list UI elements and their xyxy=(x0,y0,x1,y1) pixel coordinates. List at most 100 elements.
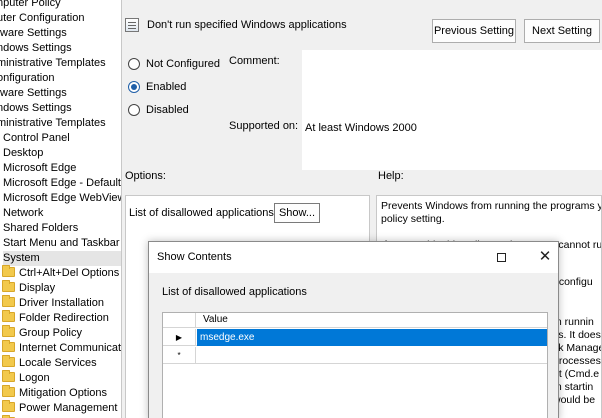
tree-item-label: ndows Settings xyxy=(0,102,72,114)
options-label: Options: xyxy=(125,170,166,182)
tree-item-label: Mitigation Options xyxy=(19,387,108,399)
tree-item[interactable]: Power Management xyxy=(2,400,121,416)
help-label: Help: xyxy=(378,170,404,182)
tree-item[interactable]: Mitigation Options xyxy=(2,385,121,401)
tree-item-label: Control Panel xyxy=(3,132,70,144)
tree-item[interactable]: ndows Settings xyxy=(0,41,119,56)
help-text-line: would be xyxy=(553,394,596,406)
tree-item-label: Desktop xyxy=(3,147,44,159)
help-text-line: m runnin xyxy=(553,316,594,328)
tree-item-label: Start Menu and Taskbar xyxy=(3,237,120,249)
policy-title: Don't run specified Windows applications xyxy=(147,19,347,31)
folder-icon xyxy=(2,385,15,397)
tree-item-label: Ctrl+Alt+Del Options xyxy=(19,267,120,279)
radio-label-disabled: Disabled xyxy=(146,104,189,116)
dialog-title: Show Contents xyxy=(157,251,232,263)
tree-item[interactable]: Ctrl+Alt+Del Options xyxy=(2,265,121,281)
help-text-line: pt (Cmd.e xyxy=(553,368,600,380)
tree-item[interactable]: tware Settings xyxy=(0,86,119,101)
tree-item[interactable]: Folder Redirection xyxy=(2,310,121,326)
table-row[interactable]: ▶ msedge.exe xyxy=(163,329,547,346)
tree-item-label: Display xyxy=(19,282,56,294)
tree-item[interactable]: Microsoft Edge - Default Se xyxy=(3,176,121,191)
folder-icon xyxy=(2,325,15,337)
tree-item[interactable]: uter Configuration xyxy=(0,11,119,26)
new-row-icon: * xyxy=(163,347,196,364)
tree-item[interactable]: Display xyxy=(2,280,121,296)
grid-header: Value xyxy=(163,313,547,328)
close-icon: ✕ xyxy=(538,248,552,265)
tree-item[interactable]: Locale Services xyxy=(2,355,121,371)
radio-disabled[interactable]: Disabled xyxy=(128,104,189,116)
radio-enabled[interactable]: Enabled xyxy=(128,81,186,93)
tree-item-label: Group Policy xyxy=(19,327,82,339)
tree-item[interactable]: Microsoft Edge xyxy=(3,161,121,176)
tree-item[interactable]: nputer Policy xyxy=(0,0,119,11)
row-pointer-icon: ▶ xyxy=(163,329,196,346)
maximize-button[interactable] xyxy=(479,242,523,272)
tree-item[interactable]: Network xyxy=(3,206,121,221)
help-text-line: ss. It does xyxy=(553,329,601,341)
tree-item[interactable]: onfiguration xyxy=(0,71,119,86)
tree-item[interactable]: Shared Folders xyxy=(3,221,121,236)
table-row-new[interactable]: * xyxy=(163,347,547,364)
dialog-list-label: List of disallowed applications xyxy=(162,286,307,298)
values-grid[interactable]: Value ▶ msedge.exe * xyxy=(162,312,548,418)
supported-on-field: At least Windows 2000 xyxy=(302,118,602,170)
tree-item-label: Power Management xyxy=(19,402,118,414)
comment-label: Comment: xyxy=(229,55,280,67)
radio-dot[interactable] xyxy=(128,58,140,70)
disallowed-list-label: List of disallowed applications xyxy=(129,207,274,219)
radio-dot[interactable] xyxy=(128,104,140,116)
tree-item[interactable]: ministrative Templates xyxy=(0,116,119,131)
tree-item[interactable]: Internet Communicatio xyxy=(2,340,122,356)
dialog-body: List of disallowed applications Value ▶ … xyxy=(149,273,558,418)
tree-item-label: Microsoft Edge WebView2 xyxy=(3,192,122,204)
folder-icon xyxy=(2,265,15,277)
folder-icon xyxy=(2,370,15,382)
folder-icon xyxy=(2,280,15,292)
tree-item[interactable]: ndows Settings xyxy=(0,101,119,116)
tree-item-label: System xyxy=(3,252,40,264)
tree-item-label: Network xyxy=(3,207,44,219)
tree-item-label: Logon xyxy=(19,372,50,384)
next-setting-button[interactable]: Next Setting xyxy=(524,19,600,43)
tree-item[interactable]: Start Menu and Taskbar xyxy=(3,236,121,251)
tree-item[interactable]: Group Policy xyxy=(2,325,121,341)
folder-icon xyxy=(2,310,15,322)
radio-label-enabled: Enabled xyxy=(146,81,187,93)
tree-item[interactable]: Driver Installation xyxy=(2,295,121,311)
help-text-line: policy setting. xyxy=(381,213,445,225)
radio-not-configured[interactable]: Not Configured xyxy=(128,58,220,70)
previous-setting-button[interactable]: Previous Setting xyxy=(432,19,516,43)
radio-dot-selected[interactable] xyxy=(128,81,140,93)
tree-item-label: Locale Services xyxy=(19,357,97,369)
tree-item[interactable]: Microsoft Edge WebView2 xyxy=(3,191,122,206)
supported-on-label: Supported on: xyxy=(229,120,299,132)
close-button[interactable]: ✕ xyxy=(523,242,567,272)
row-header-column xyxy=(163,313,196,328)
folder-icon xyxy=(2,295,15,307)
tree-item-label: Microsoft Edge xyxy=(3,162,77,174)
tree-item-label: nputer Policy xyxy=(0,0,61,9)
tree-item[interactable]: System xyxy=(3,251,121,266)
value-cell-selected[interactable]: msedge.exe xyxy=(197,329,547,346)
tree-item[interactable]: Control Panel xyxy=(3,131,121,146)
value-cell-empty[interactable] xyxy=(197,347,547,364)
policy-setting-icon xyxy=(125,18,139,32)
folder-icon xyxy=(2,340,15,352)
policy-tree[interactable]: nputer Policy uter Configuration tware Set… xyxy=(0,0,122,418)
show-list-button[interactable]: Show... xyxy=(274,203,320,223)
tree-item-label: ministrative Templates xyxy=(0,117,106,129)
tree-item-label: Internet Communicatio xyxy=(19,342,122,354)
tree-item[interactable]: Desktop xyxy=(3,146,121,161)
tree-item-label: Microsoft Edge - Default Se xyxy=(3,177,121,189)
help-text-line: processes xyxy=(553,355,601,367)
tree-item-label: tware Settings xyxy=(0,27,67,39)
tree-item[interactable]: tware Settings xyxy=(0,26,119,41)
tree-item-label: ndows Settings xyxy=(0,42,72,54)
tree-item[interactable]: ministrative Templates xyxy=(0,56,119,71)
tree-item[interactable]: Logon xyxy=(2,370,121,386)
column-header-value: Value xyxy=(203,314,228,325)
help-text-line: Prevents Windows from running the progra… xyxy=(381,200,602,212)
